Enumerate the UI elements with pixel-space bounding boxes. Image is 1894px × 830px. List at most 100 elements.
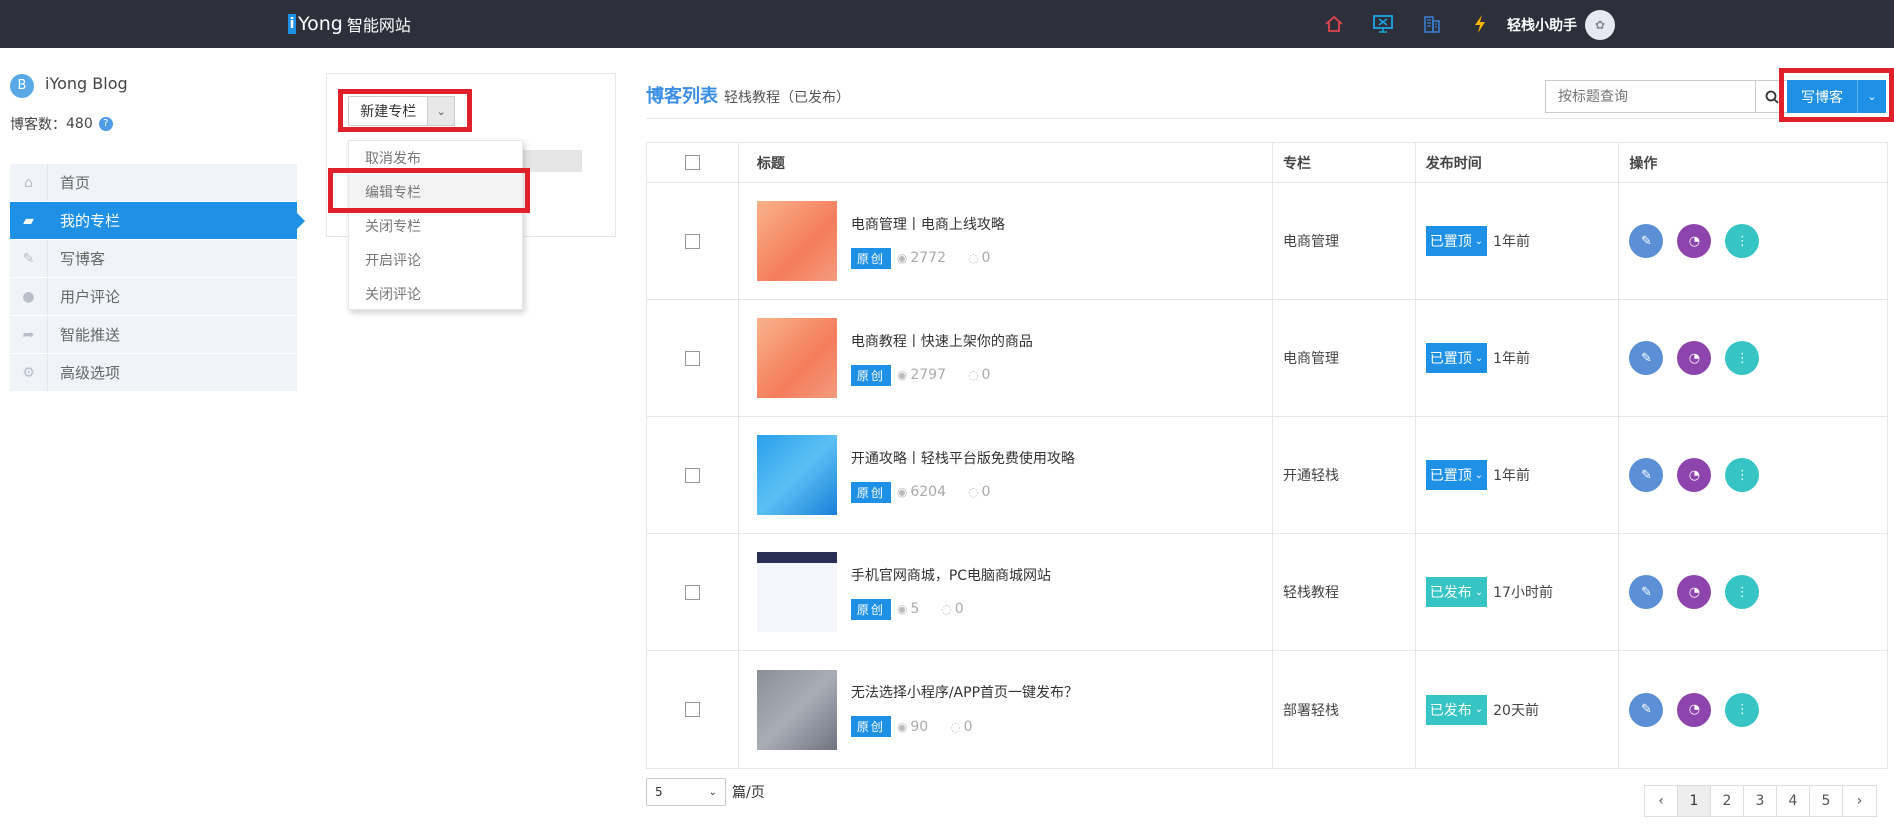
sidebar-item-home[interactable]: ⌂ 首页 [10,164,297,201]
post-title[interactable]: 开通攻略丨轻栈平台版免费使用攻略 [851,448,1075,468]
chevron-down-icon: ⌄ [1474,586,1484,598]
menu-item-enable-comments[interactable]: 开启评论 [349,243,522,277]
row-checkbox[interactable] [684,584,700,600]
status-badge[interactable]: 已发布 ⌄ [1425,694,1488,725]
edit-icon: ✎ [10,240,48,277]
highlight-new-column [338,89,472,132]
menu-item-disable-comments[interactable]: 关闭评论 [349,277,522,311]
page-size-unit: 篇/页 [732,785,765,801]
post-column: 部署轻栈 [1273,651,1416,768]
sidebar-item-advanced[interactable]: ⚙ 高级选项 [10,354,297,391]
select-all-checkbox[interactable] [684,155,700,170]
home-icon[interactable] [1322,12,1346,36]
edit-icon[interactable]: ✎ [1629,458,1664,492]
rss-icon[interactable]: ◔ [1677,224,1712,258]
sidebar-item-label: 智能推送 [60,326,121,344]
more-icon[interactable]: ⋮ [1725,224,1760,258]
sidebar-item-comments[interactable]: ● 用户评论 [10,278,297,315]
row-checkbox[interactable] [684,467,700,483]
search-input[interactable] [1545,80,1757,113]
help-icon[interactable]: ? [98,117,113,131]
logo[interactable]: i Yong 智能网站 [288,11,411,37]
view-count: 5 [910,601,920,617]
edit-icon[interactable]: ✎ [1629,224,1664,258]
original-badge: 原创 [850,247,891,269]
blog-name: iYong Blog [45,74,128,93]
sidebar-item-my-columns[interactable]: ▰ 我的专栏 [10,202,305,239]
status-label: 已置顶 [1429,351,1472,367]
prev-page-button[interactable]: ‹ [1645,786,1678,816]
page-3[interactable]: 3 [1744,786,1777,816]
status-label: 已发布 [1429,702,1472,719]
more-icon[interactable]: ⋮ [1725,692,1760,727]
monitor-icon[interactable] [1371,12,1395,36]
more-icon[interactable]: ⋮ [1725,458,1760,492]
status-label: 已置顶 [1429,468,1472,484]
sidebar-item-write-blog[interactable]: ✎ 写博客 [10,240,297,277]
edit-icon[interactable]: ✎ [1629,341,1664,375]
post-thumbnail[interactable] [756,435,837,515]
post-column: 电商管理 [1273,300,1416,416]
row-checkbox[interactable] [684,233,700,249]
post-title[interactable]: 电商管理丨电商上线攻略 [851,214,1005,234]
status-badge[interactable]: 已置顶 ⌄ [1425,460,1488,490]
page-2[interactable]: 2 [1711,786,1744,816]
building-icon[interactable] [1420,12,1444,36]
sidebar-item-label: 写博客 [60,250,106,268]
edit-icon[interactable]: ✎ [1629,692,1664,727]
page-size-select[interactable]: 5 ⌄ [646,778,726,806]
status-badge[interactable]: 已置顶 ⌄ [1425,343,1488,373]
rss-icon[interactable]: ◔ [1677,458,1712,492]
eye-icon: ◉ [896,251,908,265]
eye-icon: ◉ [896,602,908,616]
rss-icon[interactable]: ◔ [1677,341,1712,375]
status-badge[interactable]: 已置顶 ⌄ [1425,226,1488,256]
header-title: 标题 [739,143,1273,182]
page-1[interactable]: 1 [1678,786,1711,816]
edit-icon[interactable]: ✎ [1629,575,1664,609]
sidebar-item-label: 我的专栏 [60,212,121,230]
sidebar-item-push[interactable]: ➦ 智能推送 [10,316,297,353]
next-page-button[interactable]: › [1843,786,1876,816]
column-dropdown-menu: 取消发布 编辑专栏 关闭专栏 开启评论 关闭评论 [348,140,523,310]
chevron-down-icon: ⌄ [1474,352,1484,364]
post-thumbnail[interactable] [756,669,837,750]
row-checkbox[interactable] [684,702,700,717]
post-thumbnail[interactable] [756,552,837,632]
avatar[interactable]: ✿ [1585,10,1615,40]
original-badge: 原创 [850,481,891,503]
view-count: 90 [910,718,929,735]
comment-icon: ◌ [941,602,952,616]
post-title[interactable]: 电商教程丨快速上架你的商品 [851,331,1033,351]
post-column: 电商管理 [1273,183,1416,299]
comment-icon: ◌ [967,251,979,265]
post-thumbnail[interactable] [756,318,837,398]
lightning-icon[interactable] [1468,12,1492,36]
more-icon[interactable]: ⋮ [1725,341,1760,375]
comment-icon: ◌ [967,485,979,499]
eye-icon: ◉ [896,368,908,382]
post-title[interactable]: 手机官网商城，PC电脑商城网站 [851,565,1051,585]
row-checkbox[interactable] [684,350,700,366]
post-column: 开通轻栈 [1273,417,1416,533]
user-menu[interactable]: 轻栈小助手 ✿ [1507,10,1615,40]
header-time: 发布时间 [1416,143,1620,182]
post-title[interactable]: 无法选择小程序/APP首页一键发布？ [851,682,1078,702]
pagination: ‹ 1 2 3 4 5 › [1644,785,1877,817]
post-column: 轻栈教程 [1273,534,1416,650]
page-5[interactable]: 5 [1810,786,1843,816]
page-4[interactable]: 4 [1777,786,1810,816]
highlight-edit-column [328,168,530,213]
menu-item-close-column[interactable]: 关闭专栏 [349,209,522,243]
original-badge: 原创 [850,364,891,386]
rss-icon[interactable]: ◔ [1677,575,1712,609]
more-icon[interactable]: ⋮ [1725,575,1760,609]
blog-count-label: 博客数： [10,117,66,133]
comment-count: 0 [963,718,973,735]
original-badge: 原创 [850,716,891,737]
blog-count: 博客数： 480 ? [10,114,113,134]
status-badge[interactable]: 已发布 ⌄ [1425,577,1488,607]
rss-icon[interactable]: ◔ [1677,692,1712,727]
sidebar-item-label: 高级选项 [60,364,121,382]
post-thumbnail[interactable] [756,201,837,281]
